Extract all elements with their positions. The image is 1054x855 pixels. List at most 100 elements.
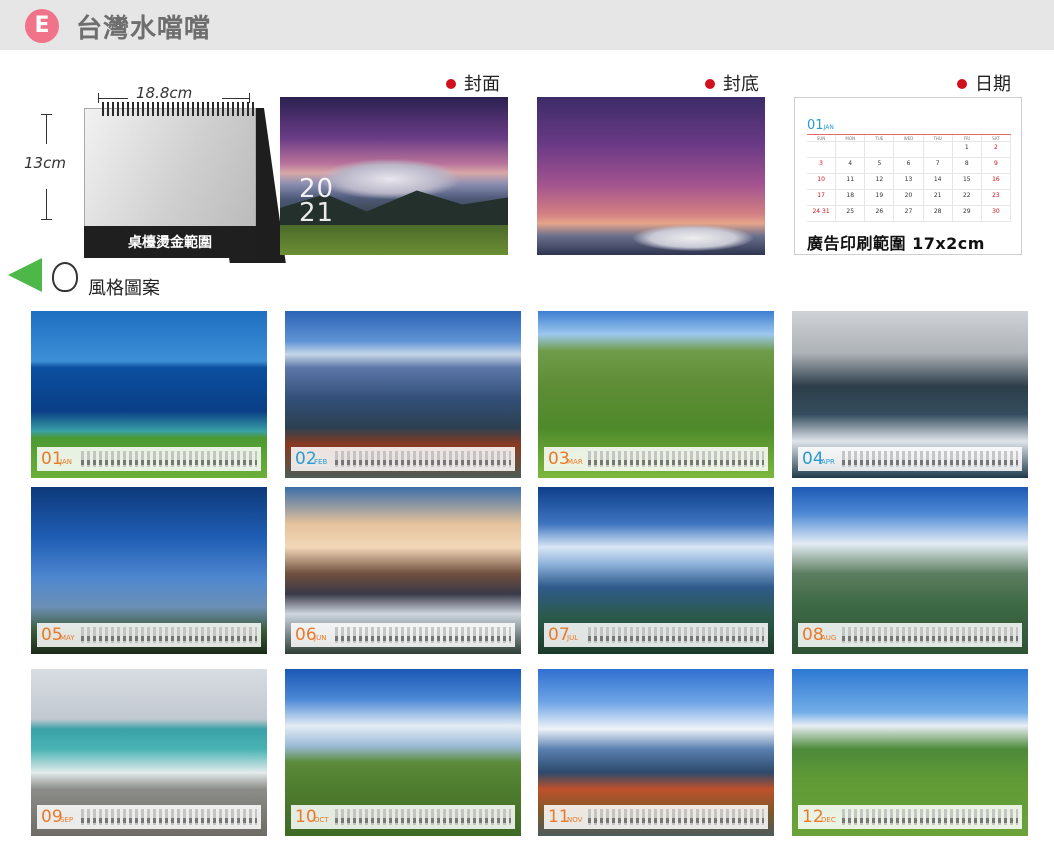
- month-calendar-strip: 08 AUG: [798, 623, 1022, 647]
- month-calendar-strip: 03 MAR: [544, 447, 768, 471]
- style-heading: 風格圖案: [8, 256, 168, 299]
- month-name: JAN: [60, 458, 72, 466]
- date-row: [842, 460, 1018, 465]
- face-icon: [52, 262, 78, 292]
- date-row: [81, 460, 257, 465]
- date-cell: 21: [923, 190, 953, 206]
- month-tile: 11 NOV: [538, 669, 774, 836]
- date-cell: 7: [923, 158, 953, 174]
- month-calendar-strip: 07 JUL: [544, 623, 768, 647]
- month-calendar-strip: 09 SEP: [37, 805, 261, 829]
- date-cell: 6: [894, 158, 924, 174]
- date-cell: 20: [894, 190, 924, 206]
- date-cell: 8: [952, 158, 982, 174]
- date-cell: 26: [865, 206, 895, 222]
- date-cell: 25: [836, 206, 866, 222]
- month-calendar-strip: 10 OCT: [291, 805, 515, 829]
- month-name: JUL: [567, 634, 579, 642]
- date-cell: 27: [894, 206, 924, 222]
- foil-area-label: 桌檯燙金範圍: [128, 235, 212, 251]
- month-tile: 04 APR: [792, 311, 1028, 478]
- date-row: [335, 818, 511, 823]
- weekday-header: TUE: [865, 135, 895, 142]
- label-back: 封底: [705, 70, 759, 96]
- date-cell: 24 31: [807, 206, 837, 222]
- height-label: 13cm: [24, 154, 66, 172]
- date-cell: [894, 142, 924, 158]
- cover-year: 20 21: [299, 174, 335, 228]
- date-cell: 1: [952, 142, 982, 158]
- date-row: [842, 636, 1018, 641]
- date-cell: 28: [923, 206, 953, 222]
- page-title: 台灣水噹噹: [76, 14, 212, 44]
- month-tile: 08 AUG: [792, 487, 1028, 654]
- weekday-header: FRI: [952, 135, 982, 142]
- header-bar: E 台灣水噹噹: [0, 0, 1054, 50]
- spiral-binding: [102, 102, 254, 116]
- month-tile: 06 JUN: [285, 487, 521, 654]
- style-label: 風格圖案: [88, 278, 160, 299]
- date-cell: 2: [981, 142, 1011, 158]
- bullet-icon: [705, 79, 715, 89]
- month-name: MAR: [567, 458, 583, 466]
- month-tile: 07 JUL: [538, 487, 774, 654]
- month-tile: 05 MAY: [31, 487, 267, 654]
- date-row: [81, 636, 257, 641]
- date-cell: 19: [865, 190, 895, 206]
- arrow-icon: [8, 258, 42, 292]
- month-name: SEP: [60, 816, 74, 824]
- date-row: [588, 636, 764, 641]
- date-cell: 14: [923, 174, 953, 190]
- month-name: FEB: [314, 458, 328, 466]
- month-name: DEC: [821, 816, 836, 824]
- date-cell: 16: [981, 174, 1011, 190]
- width-label: 18.8cm: [136, 84, 193, 102]
- date-row: [588, 460, 764, 465]
- month-name: MAY: [60, 634, 75, 642]
- month-tile: 01 JAN: [31, 311, 267, 478]
- date-row: [335, 636, 511, 641]
- cover-image: 20 21: [280, 97, 508, 255]
- weekday-header: MON: [836, 135, 866, 142]
- date-row: [588, 818, 764, 823]
- date-cell: 23: [981, 190, 1011, 206]
- date-grid: SUN MON TUE WED THU FRI SAT 1 2 3 4 5 6 7 8 9 10 11 12 13 14…: [807, 134, 1011, 222]
- month-calendar-strip: 12 DEC: [798, 805, 1022, 829]
- month-name: APR: [821, 458, 835, 466]
- label-dates: 日期: [957, 70, 1011, 96]
- month-calendar-strip: 06 JUN: [291, 623, 515, 647]
- date-cell: [865, 142, 895, 158]
- date-cell: 11: [836, 174, 866, 190]
- date-row: [335, 460, 511, 465]
- ad-area-label: 廣告印刷範圍 17x2cm: [807, 234, 985, 253]
- month-calendar-strip: 11 NOV: [544, 805, 768, 829]
- date-cell: 29: [952, 206, 982, 222]
- month-name: JUN: [314, 634, 327, 642]
- month-tile: 12 DEC: [792, 669, 1028, 836]
- weekday-header: SAT: [981, 135, 1011, 142]
- month-name: AUG: [821, 634, 837, 642]
- date-cell: 12: [865, 174, 895, 190]
- weekday-header: THU: [923, 135, 953, 142]
- bullet-icon: [957, 79, 967, 89]
- month-tile: 10 OCT: [285, 669, 521, 836]
- date-row: [81, 818, 257, 823]
- desk-calendar-illustration: 18.8cm 13cm 桌檯燙金範圍: [18, 78, 286, 283]
- foil-area: 桌檯燙金範圍: [84, 226, 256, 258]
- weekday-header: WED: [894, 135, 924, 142]
- date-cell: 15: [952, 174, 982, 190]
- date-cell: 18: [836, 190, 866, 206]
- bullet-icon: [446, 79, 456, 89]
- back-cover-image: [537, 97, 765, 255]
- date-cell: [807, 142, 837, 158]
- month-calendar-strip: 01 JAN: [37, 447, 261, 471]
- month-name: OCT: [314, 816, 329, 824]
- date-cell: 22: [952, 190, 982, 206]
- month-name: NOV: [567, 816, 583, 824]
- month-calendar-strip: 05 MAY: [37, 623, 261, 647]
- date-cell: 3: [807, 158, 837, 174]
- month-calendar-strip: 02 FEB: [291, 447, 515, 471]
- date-row: [842, 818, 1018, 823]
- date-cell: 17: [807, 190, 837, 206]
- date-cell: 9: [981, 158, 1011, 174]
